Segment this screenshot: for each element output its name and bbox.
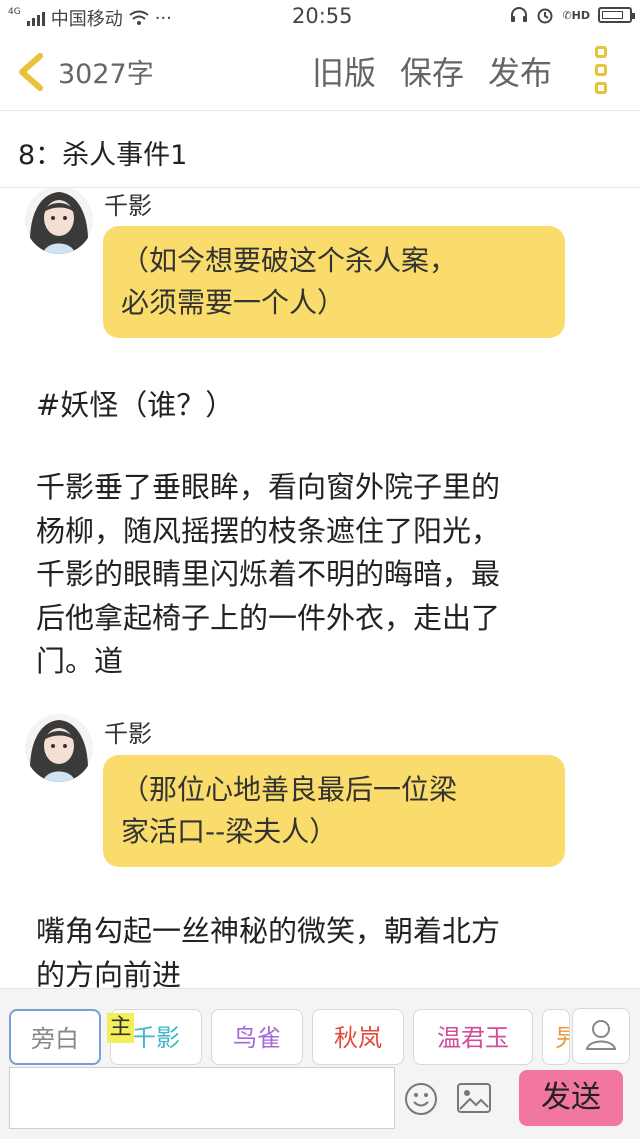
narration-line: 千影垂了垂眼眸，看向窗外院子里的 bbox=[36, 470, 501, 504]
more-menu-icon[interactable] bbox=[593, 46, 615, 98]
hd-label: HD bbox=[571, 8, 590, 22]
battery-icon bbox=[598, 7, 635, 23]
chapter-title-bar[interactable]: 8：杀人事件1 bbox=[0, 111, 640, 188]
status-bar: 4G 中国移动 ··· 20:55 ✆HD bbox=[0, 0, 640, 32]
character-chip-label: 温君玉 bbox=[437, 1024, 509, 1052]
character-chip-narrator[interactable]: 旁白 bbox=[9, 1009, 101, 1065]
dialogue-line: 必须需要一个人） bbox=[121, 286, 346, 319]
narration-paragraph[interactable]: 嘴角勾起一丝神秘的微笑，朝着北方 的方向前进 bbox=[36, 910, 611, 988]
dialogue-line: （如今想要破这个杀人案， bbox=[121, 244, 458, 277]
character-chip-label: 秋岚 bbox=[334, 1024, 382, 1052]
character-portrait-icon bbox=[25, 714, 93, 782]
more-dots: ··· bbox=[154, 7, 172, 29]
message-input[interactable] bbox=[9, 1067, 395, 1129]
dialogue-line: 家活口--梁夫人） bbox=[121, 815, 338, 848]
avatar[interactable] bbox=[25, 188, 93, 254]
character-chip-wenjunyu[interactable]: 温君玉 bbox=[413, 1009, 533, 1065]
story-content: 千影 （如今想要破这个杀人案， 必须需要一个人） #妖怪（谁？） 千影垂了垂眼眸… bbox=[0, 188, 640, 988]
network-label: 4G bbox=[8, 7, 21, 17]
wifi-icon bbox=[129, 10, 149, 25]
old-version-button[interactable]: 旧版 bbox=[312, 48, 376, 94]
character-chip-partial[interactable]: 旯 bbox=[542, 1009, 570, 1065]
clock: 20:55 bbox=[292, 4, 353, 28]
signal-icon bbox=[26, 10, 45, 26]
narration-line: 千影的眼睛里闪烁着不明的晦暗，最 bbox=[36, 557, 501, 591]
character-chip-label: 鸟雀 bbox=[233, 1024, 281, 1052]
add-character-button[interactable] bbox=[572, 1008, 630, 1064]
narration-line: 的方向前进 bbox=[36, 957, 182, 989]
dialogue-bubble[interactable]: （如今想要破这个杀人案， 必须需要一个人） bbox=[103, 226, 565, 338]
editor-toolbar: 3027字 旧版 保存 发布 bbox=[0, 32, 640, 111]
carrier-name: 中国移动 bbox=[50, 9, 123, 30]
user-icon bbox=[585, 1020, 617, 1050]
dialogue-bubble[interactable]: （那位心地善良最后一位梁 家活口--梁夫人） bbox=[103, 755, 565, 867]
narration-line: 门。道 bbox=[36, 644, 124, 678]
chapter-title: 8：杀人事件1 bbox=[18, 140, 188, 171]
image-icon[interactable] bbox=[456, 1082, 492, 1114]
dialogue-line: （那位心地善良最后一位梁 bbox=[121, 773, 458, 806]
narration-line: #妖怪（谁？） bbox=[36, 388, 235, 422]
avatar[interactable] bbox=[25, 714, 93, 782]
narration-line: 杨柳，随风摇摆的枝条遮住了阳光， bbox=[36, 513, 501, 548]
character-chip-label: 旁白 bbox=[31, 1025, 79, 1053]
narration-line: 嘴角勾起一丝神秘的微笑，朝着北方 bbox=[36, 914, 501, 948]
character-chip-label: 千影 bbox=[132, 1024, 180, 1052]
narration-line: 后他拿起椅子上的一件外衣，走出了 bbox=[36, 600, 501, 635]
character-portrait-icon bbox=[25, 188, 93, 254]
speaker-name: 千影 bbox=[104, 720, 152, 748]
narration-paragraph[interactable]: #妖怪（谁？） bbox=[36, 384, 611, 428]
send-button[interactable]: 发送 bbox=[519, 1070, 623, 1126]
hd-call-icon: ✆HD bbox=[562, 8, 590, 22]
headset-icon bbox=[511, 7, 528, 22]
narration-paragraph[interactable]: 千影垂了垂眼眸，看向窗外院子里的 杨柳，随风摇摆的枝条遮住了阳光， 千影的眼睛里… bbox=[36, 466, 611, 684]
save-button[interactable]: 保存 bbox=[400, 48, 464, 94]
character-chip-label: 旯 bbox=[555, 1024, 569, 1052]
alarm-icon bbox=[537, 8, 553, 24]
back-arrow-icon[interactable] bbox=[16, 52, 46, 92]
main-character-badge: 主 bbox=[107, 1013, 134, 1043]
speaker-name: 千影 bbox=[104, 192, 152, 220]
emoji-icon[interactable] bbox=[404, 1082, 438, 1116]
publish-button[interactable]: 发布 bbox=[488, 48, 552, 94]
character-chip-qiulan[interactable]: 秋岚 bbox=[312, 1009, 404, 1065]
word-count: 3027字 bbox=[58, 59, 154, 90]
character-chip-niaoque[interactable]: 鸟雀 bbox=[211, 1009, 303, 1065]
